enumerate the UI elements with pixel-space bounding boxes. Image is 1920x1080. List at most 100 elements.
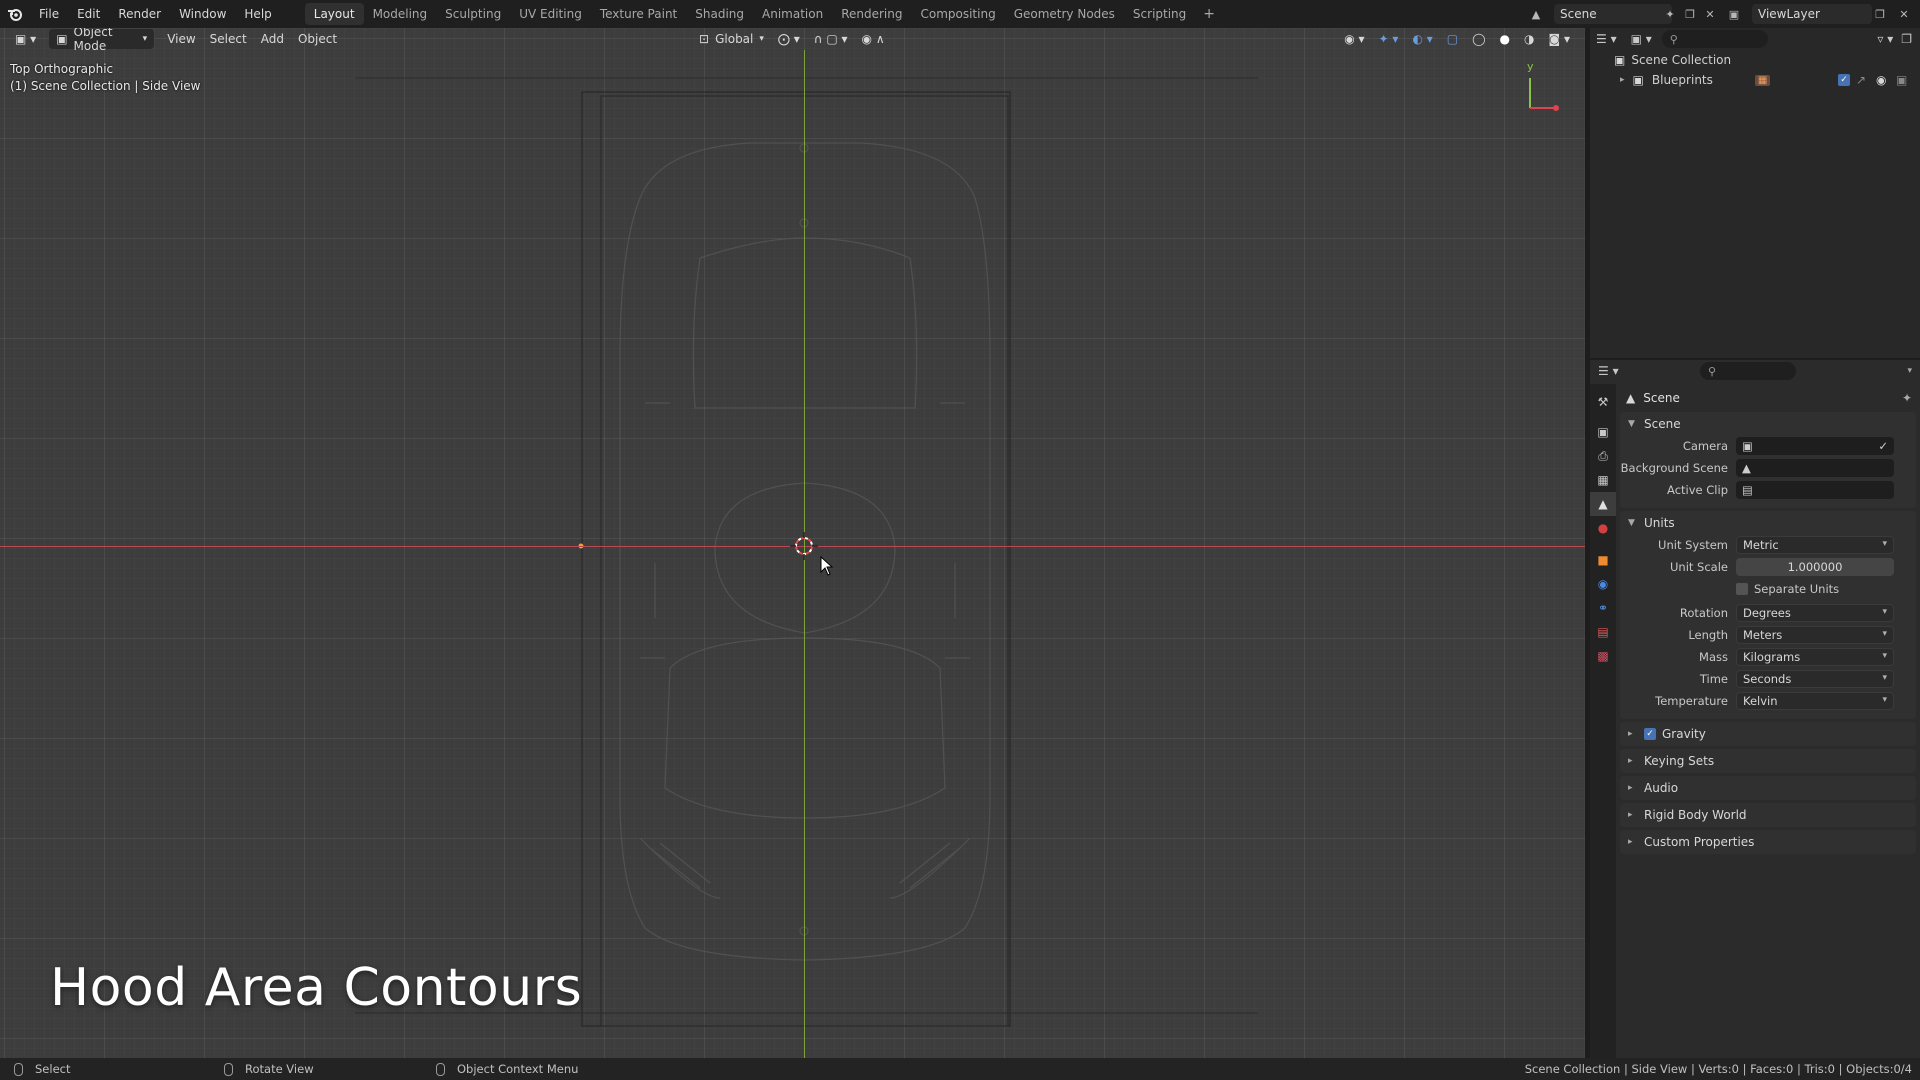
tab-world[interactable]: ● [1590, 516, 1616, 540]
video-overlay-title: Hood Area Contours [50, 958, 583, 1018]
delete-view-layer-icon[interactable]: ✕ [1894, 4, 1914, 24]
orientation-dropdown[interactable]: ⊡ Global ▾ [692, 29, 771, 49]
tab-data[interactable]: ▤ [1590, 620, 1616, 644]
scene-panel-header[interactable]: ▼ Scene [1620, 412, 1916, 436]
menu-edit[interactable]: Edit [68, 0, 109, 28]
proportional-edit-toggle[interactable]: ◉ ∧ [855, 29, 892, 49]
menu-help[interactable]: Help [235, 0, 280, 28]
navigation-gizmo[interactable]: y [1510, 60, 1570, 138]
pivot-dropdown[interactable]: ⨀ ▾ [771, 29, 807, 49]
new-view-layer-icon[interactable]: ❐ [1870, 4, 1890, 24]
tab-layout[interactable]: Layout [304, 3, 364, 25]
mass-dropdown[interactable]: Kilograms ▾ [1736, 648, 1894, 666]
custom-properties-panel[interactable]: ▸ Custom Properties [1620, 830, 1916, 854]
search-icon: ⚲ [1669, 32, 1678, 46]
gizmo-toggle[interactable]: ✦ ▾ [1372, 29, 1406, 49]
filter-icon[interactable]: ▿ ▾ [1877, 32, 1893, 46]
expand-arrow-icon[interactable]: ▸ [1620, 75, 1625, 85]
outliner-search-input[interactable]: ⚲ [1661, 30, 1768, 48]
3d-cursor-icon[interactable] [790, 532, 818, 560]
add-workspace-button[interactable]: + [1195, 6, 1223, 22]
eyedropper-icon[interactable]: ✓ [1878, 439, 1888, 453]
properties-editor-icon[interactable]: ☰ ▾ [1598, 364, 1619, 378]
background-scene-field[interactable]: ▲ [1736, 459, 1894, 477]
new-scene-icon[interactable]: ❐ [1680, 4, 1700, 24]
overlay-toggle[interactable]: ◐ ▾ [1405, 29, 1439, 49]
rotation-dropdown[interactable]: Degrees ▾ [1736, 604, 1894, 622]
tab-compositing[interactable]: Compositing [911, 3, 1004, 25]
exclude-checkbox[interactable]: ✓ [1838, 74, 1850, 86]
snap-toggle[interactable]: ∩ ▢ ▾ [807, 29, 855, 49]
menu-render[interactable]: Render [109, 0, 170, 28]
tab-geometry-nodes[interactable]: Geometry Nodes [1005, 3, 1124, 25]
visibility-dropdown[interactable]: ◉ ▾ [1337, 29, 1371, 49]
view-layer-field[interactable]: ViewLayer [1752, 4, 1872, 24]
time-dropdown[interactable]: Seconds ▾ [1736, 670, 1894, 688]
tab-view-layer[interactable]: ▦ [1590, 468, 1616, 492]
unit-system-dropdown[interactable]: Metric ▾ [1736, 536, 1894, 554]
menu-object[interactable]: Object [291, 29, 344, 49]
length-dropdown[interactable]: Meters ▾ [1736, 626, 1894, 644]
tab-shading[interactable]: Shading [686, 3, 753, 25]
keying-sets-panel[interactable]: ▸ Keying Sets [1620, 749, 1916, 773]
tab-output[interactable]: ⎙ [1590, 444, 1616, 468]
tab-uv-editing[interactable]: UV Editing [510, 3, 591, 25]
tab-render[interactable]: ▣ [1590, 420, 1616, 444]
shading-material-button[interactable]: ◑ [1517, 29, 1541, 49]
tab-sculpting[interactable]: Sculpting [436, 3, 510, 25]
camera-icon[interactable]: ▣ [1896, 73, 1907, 87]
temperature-dropdown[interactable]: Kelvin ▾ [1736, 692, 1894, 710]
camera-field[interactable]: ▣ ✓ [1736, 437, 1894, 455]
tab-texture-paint[interactable]: Texture Paint [591, 3, 686, 25]
rigid-body-world-panel[interactable]: ▸ Rigid Body World [1620, 803, 1916, 827]
outliner-editor-icon[interactable]: ☰ ▾ [1596, 32, 1617, 46]
view-layer-selector-icon[interactable]: ▣ [1724, 4, 1744, 24]
tab-physics[interactable]: ◉ [1590, 572, 1616, 596]
menu-view[interactable]: View [160, 29, 202, 49]
select-arrow-icon[interactable]: ↗ [1856, 73, 1866, 87]
units-panel: ▼ Units Unit System Metric ▾ Unit Scale … [1620, 511, 1916, 719]
3d-viewport[interactable]: y ▣ ▾ ▣ Object Mode ▾ View Select Add Ob… [0, 28, 1585, 1058]
object-mode-dropdown[interactable]: ▣ Object Mode ▾ [49, 28, 155, 53]
unit-scale-field[interactable]: 1.000000 [1736, 558, 1894, 576]
chevron-down-icon[interactable]: ▾ [1907, 366, 1912, 376]
blender-logo-icon[interactable] [0, 0, 30, 28]
separate-units-checkbox[interactable] [1736, 583, 1748, 595]
shading-solid-button[interactable]: ● [1493, 29, 1517, 49]
tab-texture[interactable]: ▩ [1590, 644, 1616, 668]
menu-file[interactable]: File [30, 0, 68, 28]
tab-object[interactable]: ■ [1590, 548, 1616, 572]
tab-animation[interactable]: Animation [753, 3, 832, 25]
xray-toggle[interactable]: ▢ [1440, 29, 1465, 49]
shading-wireframe-button[interactable]: ◯ [1465, 29, 1492, 49]
tab-modeling[interactable]: Modeling [364, 3, 437, 25]
pin-icon[interactable]: ✦ [1902, 391, 1912, 405]
tab-tool[interactable]: ⚒ [1590, 390, 1616, 414]
viewport-header: ▣ ▾ ▣ Object Mode ▾ View Select Add Obje… [0, 28, 1585, 53]
new-collection-icon[interactable]: ❐ [1901, 32, 1912, 46]
display-mode-icon[interactable]: ▣ ▾ [1631, 32, 1652, 46]
audio-panel[interactable]: ▸ Audio [1620, 776, 1916, 800]
tab-scripting[interactable]: Scripting [1124, 3, 1195, 25]
menu-add[interactable]: Add [254, 29, 291, 49]
delete-scene-icon[interactable]: ✕ [1700, 4, 1720, 24]
tab-scene[interactable]: ▲ [1590, 492, 1616, 516]
pivot-icon: ⨀ ▾ [777, 32, 800, 46]
properties-search-input[interactable]: ⚲ [1700, 362, 1796, 380]
scene-name-field[interactable]: Scene [1554, 4, 1672, 24]
units-panel-header[interactable]: ▼ Units [1620, 511, 1916, 535]
tab-constraints[interactable]: ⚭ [1590, 596, 1616, 620]
editor-type-button[interactable]: ▣ ▾ [8, 29, 43, 49]
scene-selector-icon[interactable]: ▲ [1526, 4, 1546, 24]
active-clip-field[interactable]: ▤ [1736, 481, 1894, 499]
gravity-panel[interactable]: ▸ ✓ Gravity [1620, 722, 1916, 746]
pin-icon[interactable]: ✦ [1660, 4, 1680, 24]
outliner-row-scene-collection[interactable]: ▣ Scene Collection [1590, 50, 1920, 70]
menu-window[interactable]: Window [170, 0, 235, 28]
outliner-row-blueprints[interactable]: ▸ ▣ Blueprints ▦ ✓ ↗ ◉ ▣ [1590, 70, 1920, 90]
shading-rendered-button[interactable]: ◙ ▾ [1542, 29, 1577, 49]
menu-select[interactable]: Select [203, 29, 254, 49]
tab-rendering[interactable]: Rendering [832, 3, 911, 25]
eye-icon[interactable]: ◉ [1876, 73, 1886, 87]
gravity-checkbox[interactable]: ✓ [1644, 728, 1656, 740]
